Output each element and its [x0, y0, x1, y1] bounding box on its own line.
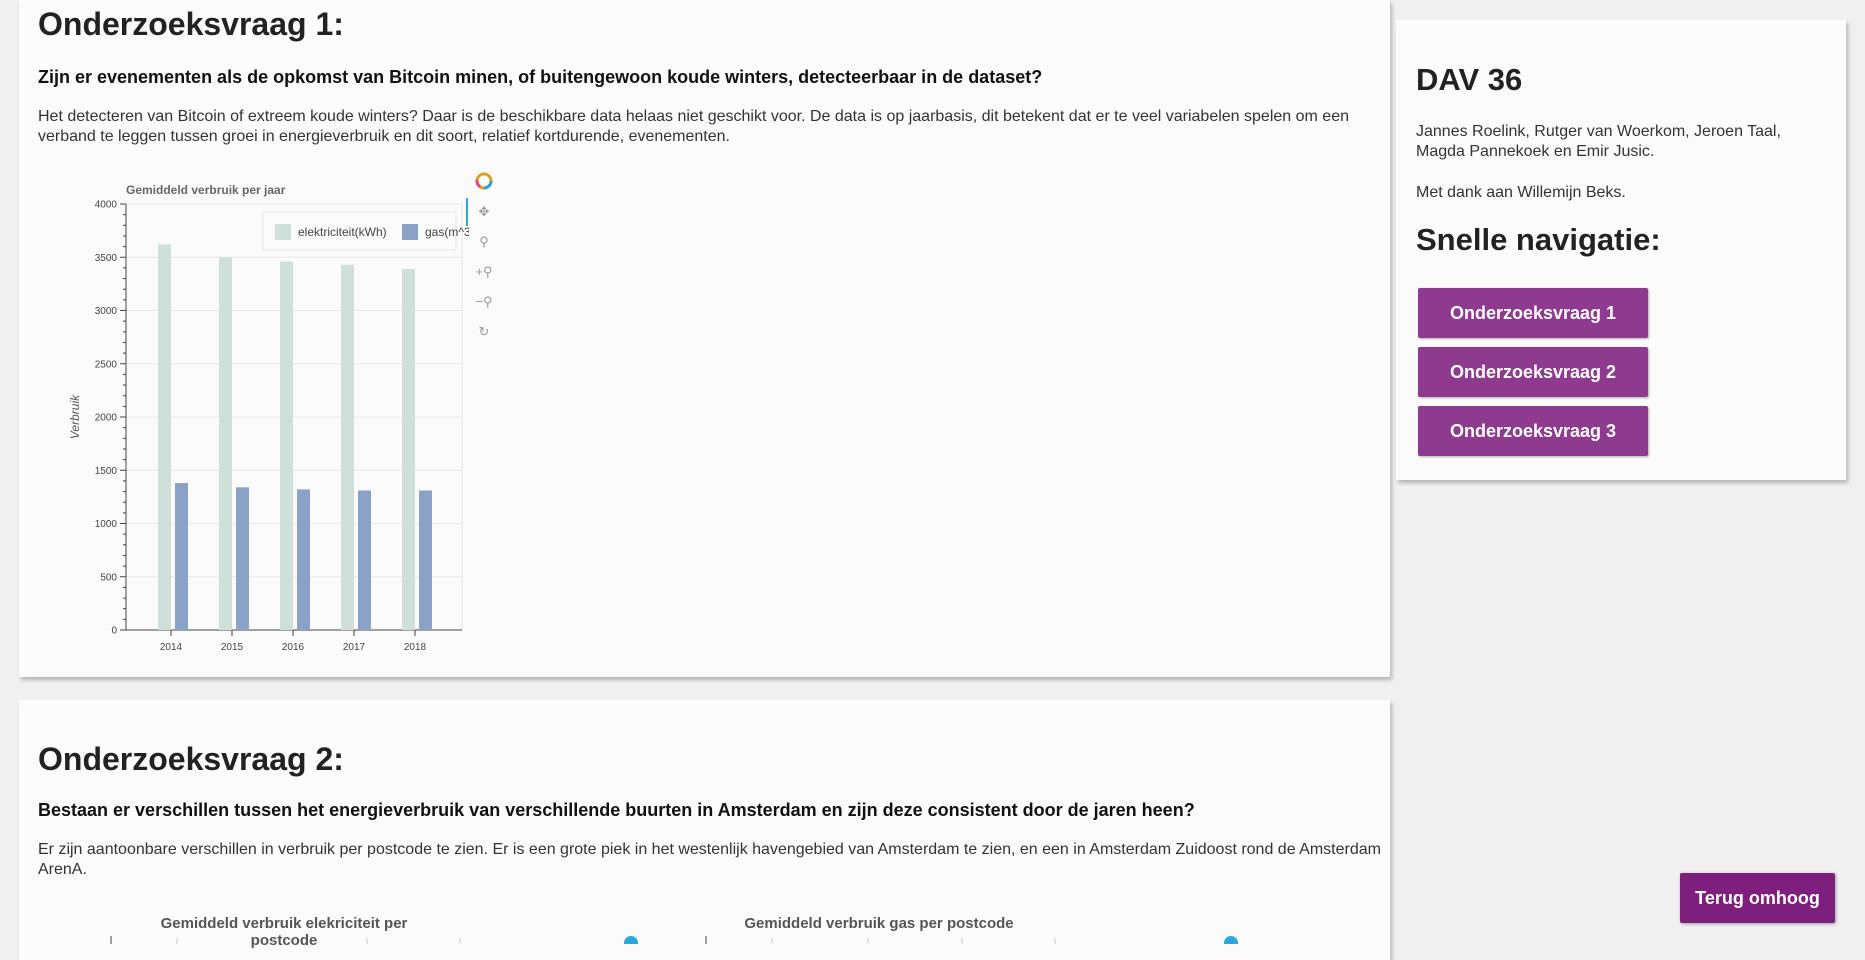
x-tick-label: 2015: [221, 642, 244, 653]
y-tick-label: 4000: [95, 200, 118, 211]
zoom-out-icon[interactable]: −⚲: [475, 293, 493, 311]
section-onderzoeksvraag-2: Onderzoeksvraag 2: Bestaan er verschille…: [19, 700, 1390, 960]
bar-elektriciteit-2018: [402, 268, 415, 630]
bar-elektriciteit-2016: [280, 261, 293, 630]
section-onderzoeksvraag-1: Onderzoeksvraag 1: Zijn er evenementen a…: [19, 0, 1390, 677]
legend-swatch: [275, 224, 291, 240]
y-tick-label: 3000: [95, 306, 118, 317]
back-to-top-button[interactable]: Terug omhoog: [1680, 873, 1835, 923]
y-tick-label: 2000: [95, 413, 118, 424]
section-title: Onderzoeksvraag 2:: [38, 741, 344, 777]
bar-elektriciteit-2015: [219, 257, 232, 630]
pan-icon[interactable]: ✥: [475, 203, 493, 221]
x-tick-label: 2016: [282, 642, 305, 653]
sidebar: DAV 36 Jannes Roelink, Rutger van Woerko…: [1396, 20, 1846, 480]
nav-title: Snelle navigatie:: [1416, 222, 1661, 257]
research-question: Bestaan er verschillen tussen het energi…: [38, 800, 1195, 820]
y-axis-label: Verbruik: [68, 394, 82, 439]
answer-paragraph: Er zijn aantoonbare verschillen in verbr…: [38, 841, 1381, 878]
research-question: Zijn er evenementen als de opkomst van B…: [38, 67, 1043, 87]
nav-button-onderzoeksvraag-3[interactable]: Onderzoeksvraag 3: [1418, 406, 1648, 456]
chart-right-title: Gemiddeld verbruik gas per postcode: [744, 915, 1014, 932]
bar-chart: Gemiddeld verbruik per jaar 0 500 1000 1500 2…: [68, 183, 469, 653]
y-tick-label: 0: [111, 626, 117, 637]
chart-title: Gemiddeld verbruik per jaar: [126, 183, 286, 197]
y-tick-label: 1500: [95, 466, 118, 477]
bar-elektriciteit-2017: [341, 264, 354, 630]
x-tick-label: 2017: [343, 642, 366, 653]
active-tool-indicator: [466, 198, 468, 226]
bar-gas-2017: [358, 490, 371, 630]
y-tick-label: 3500: [95, 253, 118, 264]
x-tick-label: 2018: [404, 642, 427, 653]
legend-swatch: [402, 224, 418, 240]
nav-button-onderzoeksvraag-2[interactable]: Onderzoeksvraag 2: [1418, 347, 1648, 397]
bokeh-logo-icon[interactable]: [475, 172, 493, 190]
chart-toolbar: ✥ ⚲ +⚲ −⚲ ↻: [466, 170, 496, 350]
y-tick-label: 500: [100, 572, 117, 583]
y-tick-label: 2500: [95, 359, 118, 370]
bar-gas-2015: [236, 487, 249, 630]
nav-button-onderzoeksvraag-1[interactable]: Onderzoeksvraag 1: [1418, 288, 1648, 338]
x-tick-label: 2014: [160, 642, 183, 653]
reset-icon[interactable]: ↻: [475, 323, 493, 341]
authors-text: Jannes Roelink, Rutger van Woerkom, Jero…: [1416, 123, 1781, 160]
box-zoom-icon[interactable]: ⚲: [475, 233, 493, 251]
bar-gas-2016: [297, 489, 310, 630]
legend-label: elektriciteit(kWh): [298, 225, 387, 239]
legend-label: gas(m^3): [425, 225, 469, 239]
section-title: Onderzoeksvraag 1:: [38, 6, 344, 42]
site-title: DAV 36: [1416, 62, 1523, 97]
thanks-text: Met dank aan Willemijn Beks.: [1416, 184, 1626, 201]
bar-gas-2018: [419, 490, 432, 630]
answer-paragraph: Het detecteren van Bitcoin of extreem ko…: [38, 108, 1349, 145]
y-tick-label: 1000: [95, 519, 118, 530]
bar-elektriciteit-2014: [158, 244, 171, 630]
zoom-in-icon[interactable]: +⚲: [475, 263, 493, 281]
bar-gas-2014: [175, 483, 188, 630]
